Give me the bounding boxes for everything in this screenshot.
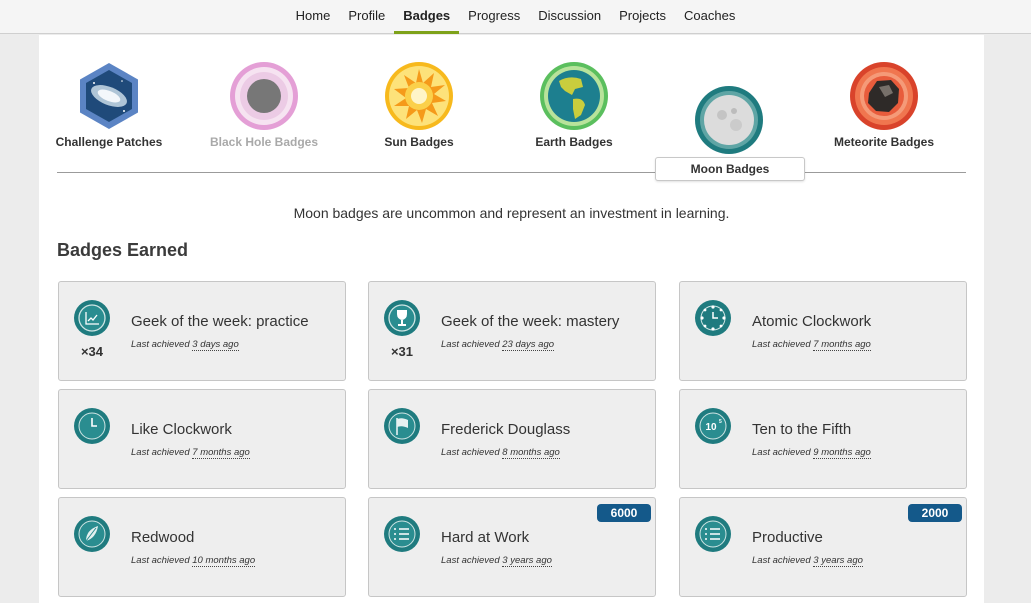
clock-icon — [74, 408, 110, 444]
badge-title: Redwood — [131, 529, 195, 546]
badge-last-achieved: Last achieved 23 days ago — [441, 339, 555, 351]
badge-card[interactable]: ×34 Geek of the week: practice Last achi… — [58, 281, 346, 381]
moon-icon — [695, 86, 763, 154]
galaxy-hexagon-icon — [80, 63, 138, 129]
atomic-clock-icon — [695, 300, 731, 336]
nav-projects[interactable]: Projects — [610, 0, 675, 33]
badge-count: ×31 — [390, 344, 414, 359]
badge-category-selector: Challenge Patches Black Hole Badges Sun … — [56, 35, 966, 185]
nav-coaches[interactable]: Coaches — [675, 0, 744, 33]
points-badge: 2000 — [908, 504, 962, 522]
category-meteorite-badges[interactable]: Meteorite Badges — [814, 61, 954, 149]
badge-time-ago: 3 days ago — [192, 339, 239, 351]
nav-profile[interactable]: Profile — [339, 0, 394, 33]
badge-title: Like Clockwork — [131, 421, 232, 438]
badge-card[interactable]: 6000 Hard at Work Last achieved 3 years … — [368, 497, 656, 597]
nav-progress[interactable]: Progress — [459, 0, 529, 33]
black-hole-icon — [230, 62, 298, 130]
category-divider — [57, 172, 966, 173]
badge-time-ago: 23 days ago — [502, 339, 555, 351]
leaf-icon — [74, 516, 110, 552]
badge-last-achieved: Last achieved 8 months ago — [441, 447, 560, 459]
category-earth-badges[interactable]: Earth Badges — [504, 61, 644, 149]
category-sun-badges[interactable]: Sun Badges — [349, 61, 489, 149]
badge-title: Geek of the week: practice — [131, 313, 309, 330]
badge-title: Productive — [752, 529, 823, 546]
checklist-icon — [384, 516, 420, 552]
badge-last-achieved: Last achieved 9 months ago — [752, 447, 871, 459]
flag-icon — [384, 408, 420, 444]
badge-count: ×34 — [80, 344, 104, 359]
category-description: Moon badges are uncommon and represent a… — [293, 205, 730, 221]
badge-title: Atomic Clockwork — [752, 313, 872, 330]
earth-icon — [540, 62, 608, 130]
svg-text:10: 10 — [705, 422, 717, 433]
badge-card[interactable]: Redwood Last achieved 10 months ago — [58, 497, 346, 597]
badge-card[interactable]: 10 5 Ten to the Fifth Last achieved 9 mo… — [679, 389, 967, 489]
trophy-icon — [384, 300, 420, 336]
sun-icon — [385, 62, 453, 130]
badge-card[interactable]: 2000 Productive Last achieved 3 years ag… — [679, 497, 967, 597]
category-black-hole-badges[interactable]: Black Hole Badges — [194, 61, 334, 149]
badge-title: Geek of the week: mastery — [441, 313, 620, 330]
nav-badges[interactable]: Badges — [394, 0, 460, 34]
chart-line-icon — [74, 300, 110, 336]
badge-title: Frederick Douglass — [441, 421, 571, 438]
badge-last-achieved: Last achieved 3 years ago — [752, 555, 863, 567]
points-badge: 6000 — [597, 504, 651, 522]
section-title: Badges Earned — [57, 240, 189, 260]
badge-time-ago: 7 months ago — [192, 447, 250, 459]
ten-to-fifth-icon: 10 5 — [695, 408, 731, 444]
category-label: Sun Badges — [384, 135, 454, 149]
meteorite-icon — [850, 62, 918, 130]
nav-home[interactable]: Home — [287, 0, 340, 33]
badge-time-ago: 7 months ago — [813, 339, 871, 351]
category-label: Black Hole Badges — [209, 135, 319, 149]
badge-last-achieved: Last achieved 3 years ago — [441, 555, 552, 567]
badge-card[interactable]: Frederick Douglass Last achieved 8 month… — [368, 389, 656, 489]
badge-title: Ten to the Fifth — [752, 421, 852, 438]
badge-last-achieved: Last achieved 10 months ago — [131, 555, 256, 567]
badge-last-achieved: Last achieved 3 days ago — [131, 339, 239, 351]
category-label: Challenge Patches — [55, 135, 163, 149]
checklist-icon — [695, 516, 731, 552]
badge-card[interactable]: Like Clockwork Last achieved 7 months ag… — [58, 389, 346, 489]
category-challenge-patches[interactable]: Challenge Patches — [39, 61, 179, 149]
category-moon-badges[interactable] — [659, 85, 799, 155]
badge-time-ago: 3 years ago — [813, 555, 863, 567]
badge-time-ago: 3 years ago — [502, 555, 552, 567]
category-label: Earth Badges — [535, 135, 613, 149]
badge-card[interactable]: ×31 Geek of the week: mastery Last achie… — [368, 281, 656, 381]
badge-last-achieved: Last achieved 7 months ago — [752, 339, 871, 351]
badge-last-achieved: Last achieved 7 months ago — [131, 447, 250, 459]
badge-card[interactable]: Atomic Clockwork Last achieved 7 months … — [679, 281, 967, 381]
badge-title: Hard at Work — [441, 529, 530, 546]
badge-time-ago: 8 months ago — [502, 447, 560, 459]
svg-text:5: 5 — [719, 419, 722, 425]
top-navigation: Home Profile Badges Progress Discussion … — [0, 0, 1031, 34]
selected-category-tab[interactable]: Moon Badges — [655, 157, 805, 181]
badge-time-ago: 10 months ago — [192, 555, 256, 567]
category-label: Meteorite Badges — [833, 135, 935, 149]
badges-panel: Challenge Patches Black Hole Badges Sun … — [39, 35, 984, 603]
badge-time-ago: 9 months ago — [813, 447, 871, 459]
nav-discussion[interactable]: Discussion — [529, 0, 610, 33]
